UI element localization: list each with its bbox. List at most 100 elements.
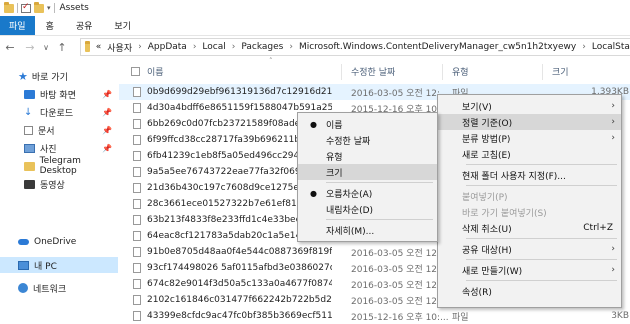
submenu-item[interactable]: 수정한 날짜 [298,132,437,148]
chevron-right-icon[interactable]: › [289,42,293,52]
menu-item-label: 바로 가기 붙여넣기(S) [462,208,547,219]
chevron-right-icon: › [611,265,615,275]
nav-quick-access[interactable]: ★ 바로 가기 [0,68,118,84]
column-header-size[interactable]: 크기 [552,60,569,82]
file-date: 2016-03-05 오전 12:... [351,296,449,307]
picture-icon [24,143,35,153]
column-header-name[interactable]: 이름 [147,60,164,82]
address-input[interactable]: « 사용자 › AppData › Local › Packages › Mic… [80,38,630,56]
nav-item-this-pc[interactable]: 내 PC [0,257,118,273]
nav-label: 동영상 [40,180,65,191]
menu-separator [466,259,617,260]
tab-share[interactable]: 공유 [65,16,104,35]
up-arrow-icon[interactable]: ↑ [52,41,72,54]
column-header-type[interactable]: 유형 [452,60,469,82]
nav-item-pictures[interactable]: 사진 📌 [0,140,118,156]
chevron-down-icon[interactable]: ▾ [47,4,51,12]
menu-item[interactable]: 분류 방법(P) › [438,130,621,146]
menu-item-label: 삭제 취소(U) [462,224,512,235]
submenu-item[interactable]: 내림차순(D) [298,201,437,217]
menu-item-label: 붙여넣기(P) [462,192,508,203]
breadcrumb-cdm[interactable]: Microsoft.Windows.ContentDeliveryManager… [299,42,576,52]
folder-icon [4,1,14,13]
column-divider[interactable] [341,64,342,80]
nav-item-downloads[interactable]: ↓ 다운로드 📌 [0,104,118,120]
menu-item[interactable]: 새로 고침(E) [438,146,621,162]
submenu-item[interactable]: 자세히(M)... [298,222,437,238]
chevron-right-icon[interactable]: › [582,42,586,52]
sort-ascending-icon: ˄ [269,57,273,65]
breadcrumb-users[interactable]: 사용자 [107,41,132,54]
menu-item[interactable]: 새로 만들기(W) › [438,262,621,278]
file-name: 91b0e8705d48aa0f4e544c0887369f819f9d [147,247,332,257]
file-icon [133,183,141,193]
menu-item[interactable]: 바로 가기 붙여넣기(S) [438,204,621,220]
file-name: 674c82e9014f3d50a5c133a0a4677f0874ad [147,279,332,289]
column-header-date[interactable]: 수정한 날짜 [351,60,395,82]
file-icon [133,199,141,209]
navigation-pane: ★ 바로 가기 바탕 화면 📌 ↓ 다운로드 📌 문서 📌 사진 📌 Teleg… [0,60,118,324]
submenu-item[interactable]: ● 오름차순(A) [298,185,437,201]
file-icon [133,279,141,289]
nav-item-videos[interactable]: 동영상 [0,176,118,192]
pin-icon: 📌 [102,107,112,117]
column-divider[interactable] [542,64,543,80]
menu-item-label: 속성(R) [462,287,492,298]
nav-item-onedrive[interactable]: OneDrive [0,234,118,250]
menu-item-label: 분류 방법(P) [462,134,511,145]
back-arrow-icon[interactable]: ← [0,41,20,54]
breadcrumb-localstate[interactable]: LocalState [592,42,630,52]
menu-separator [466,185,617,186]
submenu-item[interactable]: 유형 [298,148,437,164]
forward-arrow-icon[interactable]: → [20,41,40,54]
select-all-checkbox[interactable] [131,67,140,76]
file-icon [133,311,141,321]
nav-item-network[interactable]: 네트워크 [0,280,118,296]
properties-icon[interactable] [21,2,31,13]
window-title: Assets [59,3,89,13]
ribbon-tabs: 파일 홈 공유 보기 [0,16,630,36]
menu-item[interactable]: 삭제 취소(U) Ctrl+Z [438,220,621,236]
recent-locations-chevron-icon[interactable]: ∨ [40,43,52,52]
breadcrumb-appdata[interactable]: AppData [148,42,187,52]
chevron-right-icon: › [611,133,615,143]
nav-label: 바로 가기 [31,72,68,83]
breadcrumb-packages[interactable]: Packages [241,42,283,52]
nav-label: 네트워크 [33,284,67,295]
column-divider[interactable] [442,64,443,80]
menu-item-label: 공유 대상(H) [462,245,512,256]
submenu-item[interactable]: 크기 [298,164,437,180]
tab-home[interactable]: 홈 [35,16,65,35]
menu-item[interactable]: 현재 폴더 사용자 지정(F)... [438,167,621,183]
menu-item[interactable]: 속성(R) [438,283,621,299]
menu-item-label: 보기(V) [462,102,492,113]
tab-file[interactable]: 파일 [0,16,35,35]
nav-label: Telegram Desktop [39,156,81,176]
chevron-right-icon: › [611,101,615,111]
nav-item-desktop[interactable]: 바탕 화면 📌 [0,86,118,102]
menu-item[interactable]: 정렬 기준(O) › [438,114,621,130]
file-icon [133,119,141,129]
sort-by-submenu: ● 이름 수정한 날짜유형 크기 ● 오름차순(A) 내림차순(D) 자세히(M)... [297,112,438,242]
chevron-right-icon[interactable]: › [232,42,236,52]
submenu-item-label: 유형 [326,152,343,163]
breadcrumb-overflow[interactable]: « [96,42,102,52]
column-label: 크기 [552,67,569,78]
pin-icon: 📌 [102,143,112,153]
breadcrumb-local[interactable]: Local [202,42,225,52]
menu-item[interactable]: 보기(V) › [438,98,621,114]
submenu-item[interactable]: ● 이름 [298,116,437,132]
menu-item[interactable]: 공유 대상(H) › [438,241,621,257]
file-date: 2016-03-05 오전 12:... [351,248,449,259]
pin-icon: 📌 [102,125,112,135]
nav-item-telegram[interactable]: Telegram Desktop [0,156,118,176]
chevron-right-icon[interactable]: › [138,42,142,52]
nav-item-documents[interactable]: 문서 📌 [0,122,118,138]
chevron-right-icon[interactable]: › [193,42,197,52]
menu-item[interactable]: 붙여넣기(P) [438,188,621,204]
new-folder-icon[interactable] [34,1,44,13]
tab-view[interactable]: 보기 [103,16,142,35]
table-row[interactable]: 43399e8cfdc9ac47fc0bf385b3669ecf51181...… [119,308,630,324]
file-icon [133,135,141,145]
nav-label: 내 PC [34,261,57,272]
